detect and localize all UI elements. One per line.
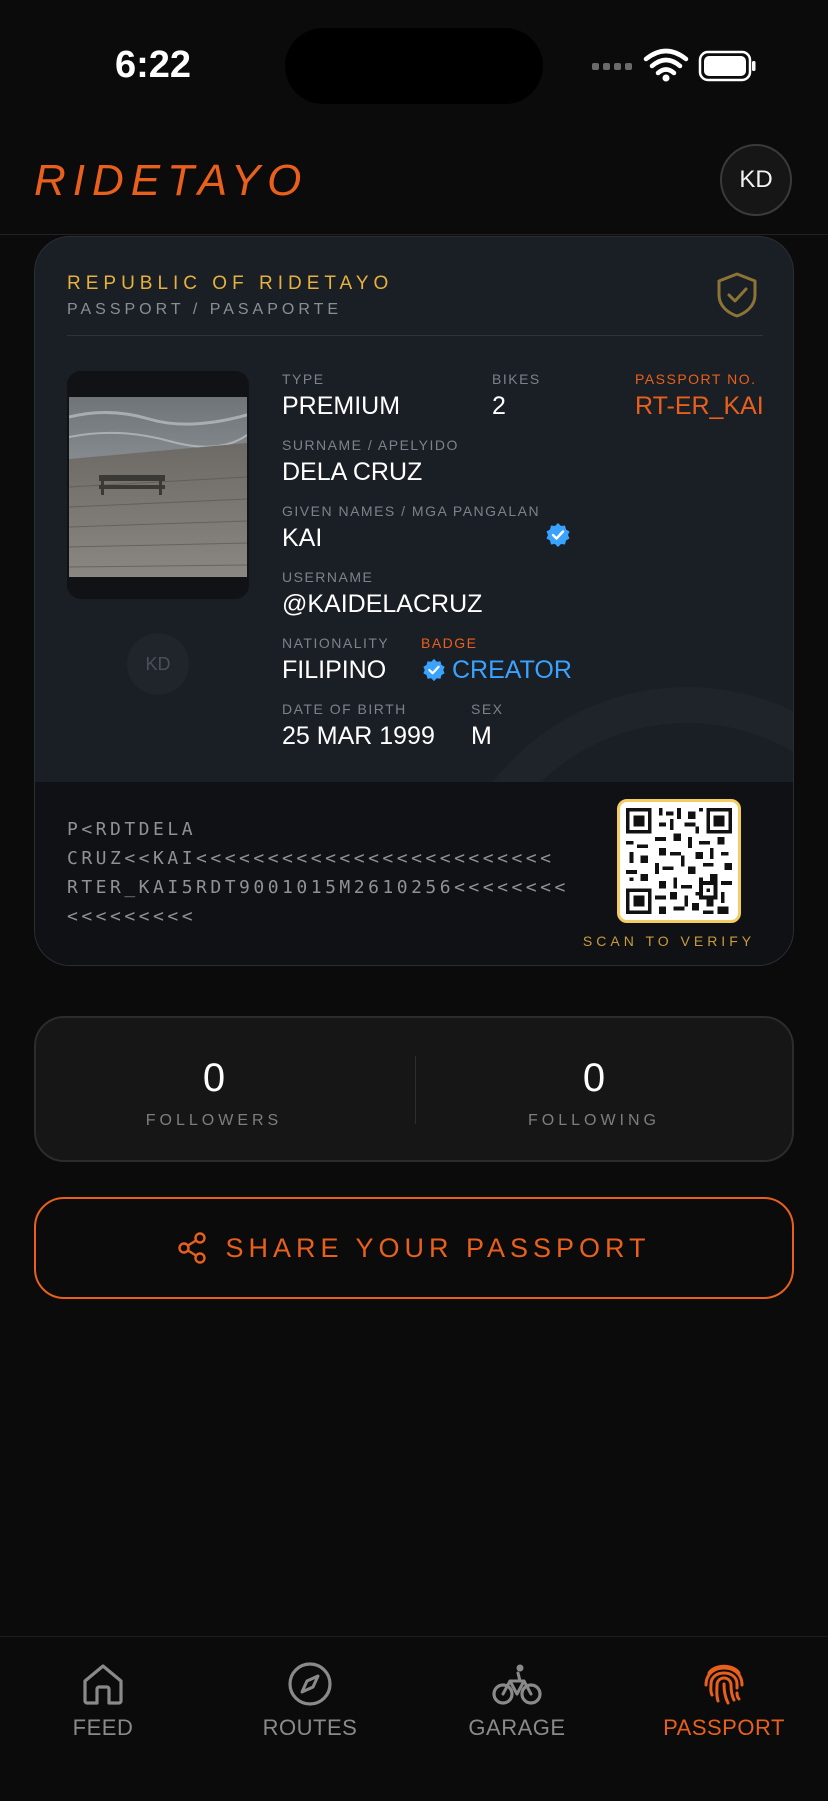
initials-seal: KD (127, 633, 189, 695)
status-icons (592, 48, 756, 82)
tab-passport[interactable]: PASSPORT (634, 1661, 814, 1741)
share-icon (178, 1232, 207, 1264)
compass-icon (288, 1662, 332, 1706)
given-names-label: GIVEN NAMES / MGA PANGALAN (282, 503, 541, 519)
sex-label: SEX (471, 701, 504, 717)
creator-verified-icon (423, 658, 445, 682)
profile-avatar-button[interactable]: KD (720, 144, 792, 216)
header-divider (0, 234, 828, 235)
bicycle-icon (492, 1664, 542, 1705)
bikes-label: BIKES (492, 371, 541, 387)
tab-feed-label: FEED (72, 1715, 134, 1740)
profile-photo-image (69, 397, 247, 577)
tab-passport-label: PASSPORT (663, 1715, 785, 1740)
tab-garage[interactable]: GARAGE (427, 1661, 607, 1741)
share-passport-label: SHARE YOUR PASSPORT (225, 1232, 651, 1263)
badge-value: CREATOR (452, 656, 572, 684)
scan-to-verify-label: SCAN TO VERIFY (582, 933, 756, 949)
share-passport-button[interactable]: SHARE YOUR PASSPORT (34, 1197, 794, 1299)
status-time: 6:22 (115, 44, 192, 86)
shield-check-icon (717, 272, 757, 318)
machine-readable-zone: P<RDTDELA CRUZ<<KAI<<<<<<<<<<<<<<<<<<<<<<… (67, 815, 569, 931)
type-value: PREMIUM (282, 392, 401, 420)
given-names-value: KAI (282, 524, 323, 552)
passport-card: REPUBLIC OF RIDETAYO PASSPORT / PASAPORT… (34, 236, 794, 966)
passport-no-value: RT-ER_KAI (635, 392, 764, 420)
app-logo: RIDETAYO (34, 156, 309, 205)
passport-header-divider (67, 335, 763, 336)
follow-stats-card: 0 FOLLOWERS 0 FOLLOWING (34, 1016, 794, 1162)
tab-routes-label: ROUTES (262, 1715, 358, 1740)
dob-label: DATE OF BIRTH (282, 701, 407, 717)
signal-icon (592, 63, 632, 70)
username-label: USERNAME (282, 569, 374, 585)
verify-qr-code[interactable] (617, 799, 741, 923)
passport-issuer: REPUBLIC OF RIDETAYO (67, 273, 394, 294)
wifi-icon (643, 48, 689, 76)
mrz-line: RTER_KAI5RDT9001015M2610256<<<<<<<< (67, 877, 569, 898)
sex-value: M (471, 722, 492, 750)
username-value: @KAIDELACRUZ (282, 590, 483, 618)
tab-garage-label: GARAGE (468, 1715, 566, 1740)
passport-no-label: PASSPORT NO. (635, 371, 757, 387)
surname-value: DELA CRUZ (282, 458, 423, 486)
following-count[interactable]: 0 (444, 1056, 744, 1101)
mrz-line: <<<<<<<<< (67, 906, 197, 927)
fingerprint-icon (704, 1664, 744, 1705)
stats-divider (415, 1056, 416, 1124)
nationality-value: FILIPINO (282, 656, 387, 684)
battery-icon (698, 50, 756, 82)
tab-routes[interactable]: ROUTES (220, 1661, 400, 1741)
dob-value: 25 MAR 1999 (282, 722, 435, 750)
type-label: TYPE (282, 371, 325, 387)
surname-label: SURNAME / APELYIDO (282, 437, 459, 453)
followers-count[interactable]: 0 (64, 1056, 364, 1101)
passport-photo[interactable] (67, 371, 249, 599)
verified-icon (546, 523, 570, 547)
home-icon (83, 1664, 123, 1705)
dynamic-island (285, 28, 543, 104)
followers-label[interactable]: FOLLOWERS (64, 1112, 364, 1130)
tab-feed[interactable]: FEED (13, 1661, 193, 1741)
mrz-line: P<RDTDELA (67, 819, 197, 840)
qr-code-icon (626, 808, 732, 914)
badge-label: BADGE (421, 635, 478, 651)
passport-subtitle: PASSPORT / PASAPORTE (67, 301, 343, 318)
mrz-line: CRUZ<<KAI<<<<<<<<<<<<<<<<<<<<<<<<< (67, 848, 555, 869)
bikes-value: 2 (492, 392, 506, 420)
following-label[interactable]: FOLLOWING (444, 1112, 744, 1130)
bottom-tab-bar: FEED ROUTES GARAGE PASSPORT (0, 1636, 828, 1801)
nationality-label: NATIONALITY (282, 635, 390, 651)
